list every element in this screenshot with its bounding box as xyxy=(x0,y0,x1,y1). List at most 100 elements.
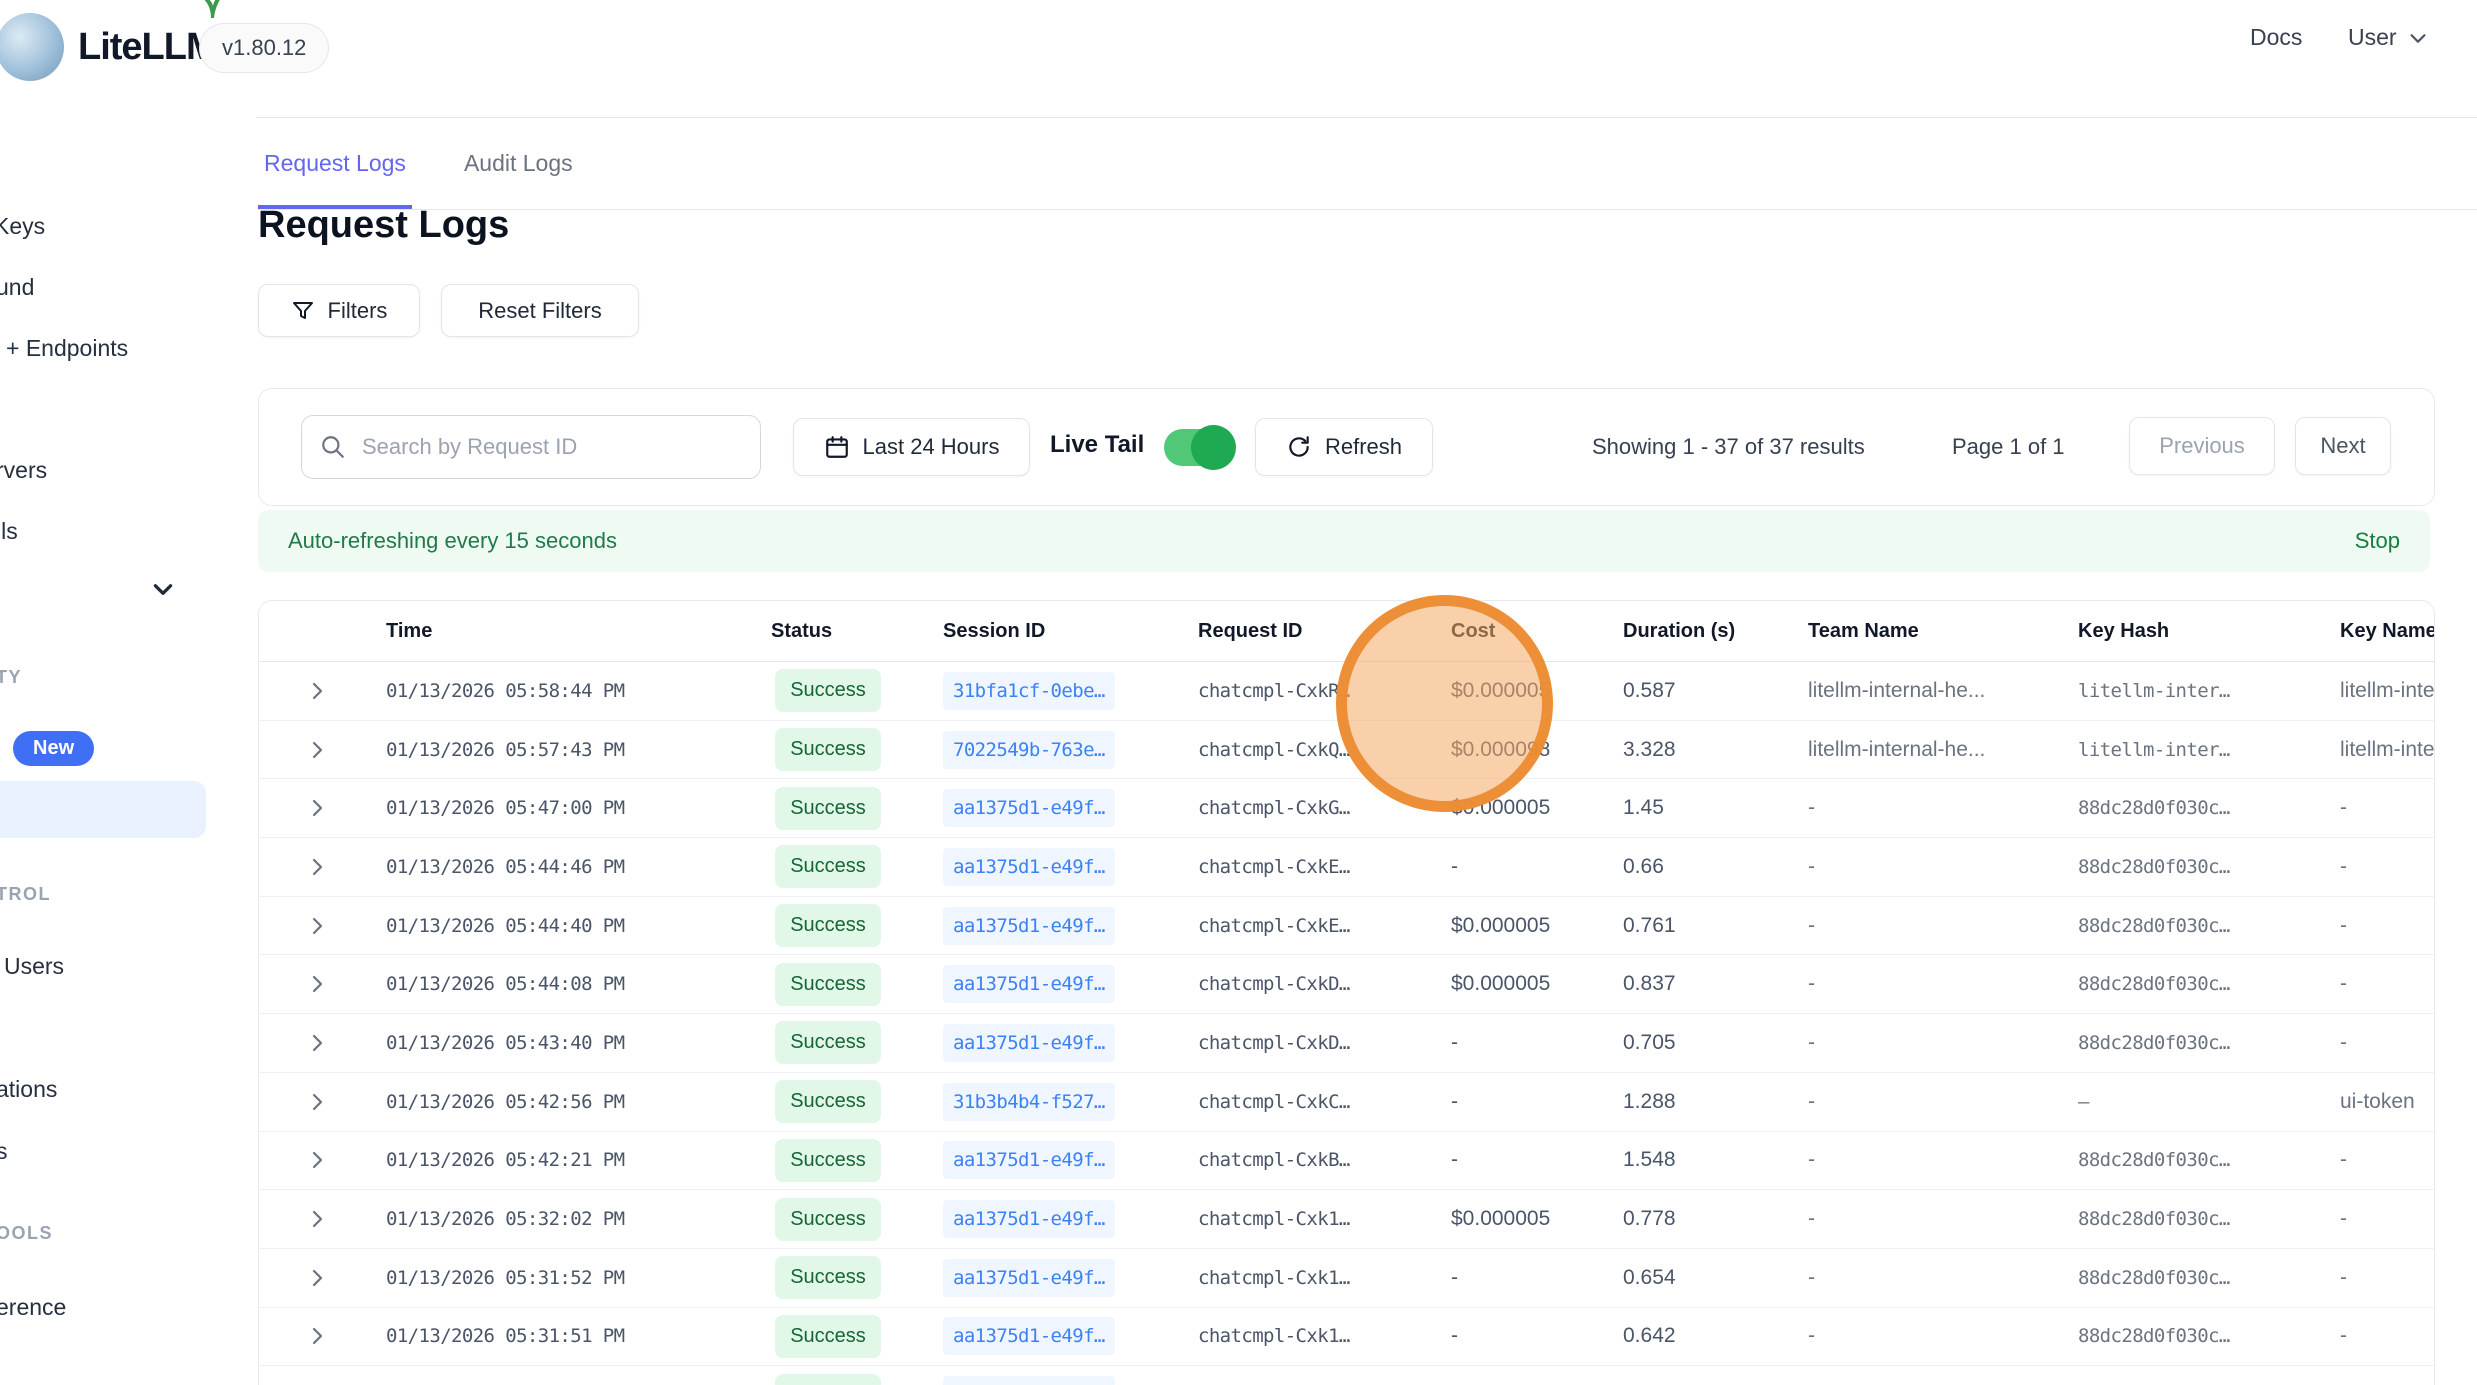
cell-duration: 0.642 xyxy=(1611,1324,1796,1348)
session-id-link[interactable]: aa1375d1-e49f… xyxy=(943,1024,1115,1062)
cell-key-hash: 88dc28d0f030c… xyxy=(2066,1149,2328,1171)
cell-time: 01/13/2026 05:42:21 PM xyxy=(374,1149,759,1171)
cell-key-name: - xyxy=(2328,855,2434,879)
previous-page-button[interactable]: Previous xyxy=(2129,417,2275,475)
session-id-link[interactable]: aa1375d1-e49f… xyxy=(943,848,1115,886)
sidebar: Keys und + Endpoints rvers ils TY New TR… xyxy=(0,117,256,1385)
table-row[interactable]: 01/13/2026 05:44:40 PM Success aa1375d1-… xyxy=(259,897,2434,956)
chevron-right-icon[interactable] xyxy=(305,1266,329,1290)
table-row[interactable]: 01/13/2026 05:58:44 PM Success 31bfa1cf-… xyxy=(259,662,2434,721)
table-row[interactable]: 01/13/2026 05:32:02 PM Success aa1375d1-… xyxy=(259,1190,2434,1249)
cell-team-name: - xyxy=(1796,1090,2066,1114)
chevron-right-icon[interactable] xyxy=(305,972,329,996)
cell-duration: 3.328 xyxy=(1611,738,1796,762)
session-id-link[interactable]: aa1375d1-e49f… xyxy=(943,1317,1115,1355)
table-row[interactable]: 01/13/2026 05:31:38 PM Success aa1375d1-… xyxy=(259,1366,2434,1385)
table-row[interactable]: 01/13/2026 05:42:56 PM Success 31b3b4b4-… xyxy=(259,1073,2434,1132)
live-tail-toggle[interactable] xyxy=(1164,429,1232,466)
chevron-right-icon[interactable] xyxy=(305,914,329,938)
cell-duration: 0.778 xyxy=(1611,1207,1796,1231)
tab-request-logs[interactable]: Request Logs xyxy=(258,138,412,209)
sidebar-item-ations[interactable]: ations xyxy=(0,1076,57,1103)
refresh-button[interactable]: Refresh xyxy=(1255,418,1433,476)
cell-duration: 1.548 xyxy=(1611,1148,1796,1172)
table-row[interactable]: 01/13/2026 05:44:46 PM Success aa1375d1-… xyxy=(259,838,2434,897)
cell-request-id: chatcmpl-CxkE… xyxy=(1186,915,1439,937)
session-id-link[interactable]: aa1375d1-e49f… xyxy=(943,1259,1115,1297)
status-badge: Success xyxy=(775,728,881,771)
sidebar-item-selected[interactable] xyxy=(0,781,206,838)
session-id-link[interactable]: 7022549b-763e… xyxy=(943,731,1115,769)
session-id-link[interactable]: aa1375d1-e49f… xyxy=(943,907,1115,945)
nav-user-menu[interactable]: User xyxy=(2348,24,2429,51)
cell-key-name: - xyxy=(2328,1148,2434,1172)
cell-time: 01/13/2026 05:32:02 PM xyxy=(374,1208,759,1230)
cell-team-name: - xyxy=(1796,1266,2066,1290)
cell-request-id: chatcmpl-CxkB… xyxy=(1186,1149,1439,1171)
chevron-right-icon[interactable] xyxy=(305,738,329,762)
stop-auto-refresh-link[interactable]: Stop xyxy=(2355,528,2400,554)
table-row[interactable]: 01/13/2026 05:42:21 PM Success aa1375d1-… xyxy=(259,1132,2434,1191)
cell-cost: - xyxy=(1439,855,1611,879)
cell-key-hash: 88dc28d0f030c… xyxy=(2066,1208,2328,1230)
header-team-name: Team Name xyxy=(1796,620,2066,643)
live-tail-label: Live Tail xyxy=(1050,431,1144,459)
table-row[interactable]: 01/13/2026 05:31:52 PM Success aa1375d1-… xyxy=(259,1249,2434,1308)
cell-team-name: - xyxy=(1796,1207,2066,1231)
sidebar-item-erence[interactable]: erence xyxy=(0,1294,66,1321)
session-id-link[interactable]: aa1375d1-e49f… xyxy=(943,1376,1115,1385)
nav-docs-link[interactable]: Docs xyxy=(2250,24,2302,51)
cell-request-id: chatcmpl-CxkE… xyxy=(1186,856,1439,878)
calendar-icon xyxy=(824,434,850,460)
cell-duration: 0.654 xyxy=(1611,1266,1796,1290)
table-row[interactable]: 01/13/2026 05:43:40 PM Success aa1375d1-… xyxy=(259,1014,2434,1073)
cell-duration: 0.837 xyxy=(1611,972,1796,996)
reset-filters-button[interactable]: Reset Filters xyxy=(441,284,639,337)
sidebar-item-s[interactable]: s xyxy=(0,1138,8,1165)
next-page-button[interactable]: Next xyxy=(2295,417,2391,475)
table-header-row: Time Status Session ID Request ID Cost D… xyxy=(259,601,2434,662)
cell-time: 01/13/2026 05:44:40 PM xyxy=(374,915,759,937)
session-id-link[interactable]: aa1375d1-e49f… xyxy=(943,965,1115,1003)
cell-time: 01/13/2026 05:44:46 PM xyxy=(374,856,759,878)
app-window: LiteLLM v1.80.12 Docs User Keys und + En… xyxy=(0,0,2477,1385)
sidebar-item-ils[interactable]: ils xyxy=(0,518,18,545)
cell-key-name: - xyxy=(2328,796,2434,820)
sidebar-item-keys[interactable]: Keys xyxy=(0,213,45,240)
chevron-right-icon[interactable] xyxy=(305,1031,329,1055)
chevron-right-icon[interactable] xyxy=(305,1324,329,1348)
filters-button[interactable]: Filters xyxy=(258,284,420,337)
chevron-right-icon[interactable] xyxy=(305,1207,329,1231)
cell-key-name: - xyxy=(2328,1207,2434,1231)
refresh-button-label: Refresh xyxy=(1325,434,1402,460)
sidebar-item-endpoints[interactable]: + Endpoints xyxy=(6,335,128,362)
chevron-right-icon[interactable] xyxy=(305,679,329,703)
time-range-button[interactable]: Last 24 Hours xyxy=(793,418,1030,476)
chevron-right-icon[interactable] xyxy=(305,855,329,879)
sidebar-collapse-chevron-down-icon[interactable] xyxy=(150,576,176,602)
cell-request-id: chatcmpl-Cxk1… xyxy=(1186,1267,1439,1289)
session-id-link[interactable]: aa1375d1-e49f… xyxy=(943,1200,1115,1238)
session-id-link[interactable]: aa1375d1-e49f… xyxy=(943,789,1115,827)
cell-cost: $0.000005 xyxy=(1439,796,1611,820)
sidebar-item-rvers[interactable]: rvers xyxy=(0,457,47,484)
status-badge: Success xyxy=(775,1256,881,1299)
search-input[interactable] xyxy=(360,433,742,461)
session-id-link[interactable]: aa1375d1-e49f… xyxy=(943,1141,1115,1179)
session-id-link[interactable]: 31bfa1cf-0ebe… xyxy=(943,672,1115,710)
chevron-right-icon[interactable] xyxy=(305,1148,329,1172)
table-row[interactable]: 01/13/2026 05:47:00 PM Success aa1375d1-… xyxy=(259,779,2434,838)
chevron-right-icon[interactable] xyxy=(305,1090,329,1114)
status-badge: Success xyxy=(775,904,881,947)
sidebar-item-users[interactable]: Users xyxy=(4,953,64,980)
table-row[interactable]: 01/13/2026 05:44:08 PM Success aa1375d1-… xyxy=(259,955,2434,1014)
status-badge: Success xyxy=(775,1315,881,1358)
chevron-right-icon[interactable] xyxy=(305,796,329,820)
table-row[interactable]: 01/13/2026 05:57:43 PM Success 7022549b-… xyxy=(259,721,2434,780)
table-row[interactable]: 01/13/2026 05:31:51 PM Success aa1375d1-… xyxy=(259,1308,2434,1367)
tab-audit-logs[interactable]: Audit Logs xyxy=(458,138,579,209)
sidebar-section-trol: TROL xyxy=(0,884,51,905)
session-id-link[interactable]: 31b3b4b4-f527… xyxy=(943,1083,1115,1121)
cell-key-name: - xyxy=(2328,972,2434,996)
sidebar-item-und[interactable]: und xyxy=(0,274,34,301)
